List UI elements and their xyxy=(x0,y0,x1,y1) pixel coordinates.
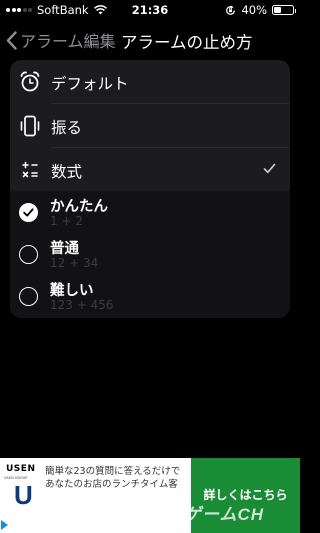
stop-method-list: デフォルト 振る 数式 かんたん 1 + 2 普通 12 + 34 難しい 12… xyxy=(10,60,290,318)
battery-level-fill xyxy=(274,7,282,13)
difficulty-easy[interactable]: かんたん 1 + 2 xyxy=(10,193,290,235)
ad-text: 簡単な23の質問に答えるだけであなたのお店のランチタイム客 xyxy=(45,466,181,490)
radio-button-selected[interactable] xyxy=(19,203,38,222)
alarm-clock-icon xyxy=(20,71,40,92)
math-symbols-icon xyxy=(22,161,38,178)
option-label: 振る xyxy=(51,119,83,137)
checkmark-icon xyxy=(263,163,276,174)
difficulty-title: 難しい xyxy=(50,283,94,299)
difficulty-example: 1 + 2 xyxy=(50,214,83,228)
difficulty-example: 123 + 456 xyxy=(50,298,114,312)
option-default[interactable]: デフォルト xyxy=(10,60,290,104)
difficulty-hard[interactable]: 難しい 123 + 456 xyxy=(10,277,290,318)
option-label: 数式 xyxy=(51,163,83,181)
checkmark-icon xyxy=(23,208,34,217)
back-button[interactable]: アラーム編集 xyxy=(6,28,116,52)
chevron-left-icon xyxy=(6,30,17,50)
battery-percent: 40% xyxy=(241,3,267,17)
phone-shake-icon xyxy=(20,115,40,137)
status-right: 40% xyxy=(225,3,296,17)
option-label: デフォルト xyxy=(51,75,129,93)
radio-button[interactable] xyxy=(19,287,38,306)
ad-brand: USEN xyxy=(6,464,36,474)
status-bar: SoftBank 21:36 40% xyxy=(0,0,300,20)
option-shake[interactable]: 振る xyxy=(10,104,290,148)
difficulty-title: 普通 xyxy=(50,241,79,257)
watermark: ゲームCH xyxy=(184,505,265,524)
difficulty-normal[interactable]: 普通 12 + 34 xyxy=(10,235,290,277)
option-math[interactable]: 数式 xyxy=(10,148,290,192)
navigation-bar: アラーム編集 アラームの止め方 xyxy=(0,20,300,60)
radio-button[interactable] xyxy=(19,245,38,264)
battery-icon xyxy=(272,5,296,15)
difficulty-example: 12 + 34 xyxy=(50,256,99,270)
page-title: アラームの止め方 xyxy=(121,33,253,52)
difficulty-title: かんたん xyxy=(50,199,108,215)
ad-logo: USEN USEN GROUP U xyxy=(1,464,40,530)
difficulty-list: かんたん 1 + 2 普通 12 + 34 難しい 123 + 456 xyxy=(10,191,290,318)
back-label: アラーム編集 xyxy=(20,32,116,51)
ad-choices-icon[interactable] xyxy=(1,520,8,530)
ad-logo-letter: U xyxy=(14,480,33,510)
orientation-lock-icon xyxy=(226,5,236,15)
